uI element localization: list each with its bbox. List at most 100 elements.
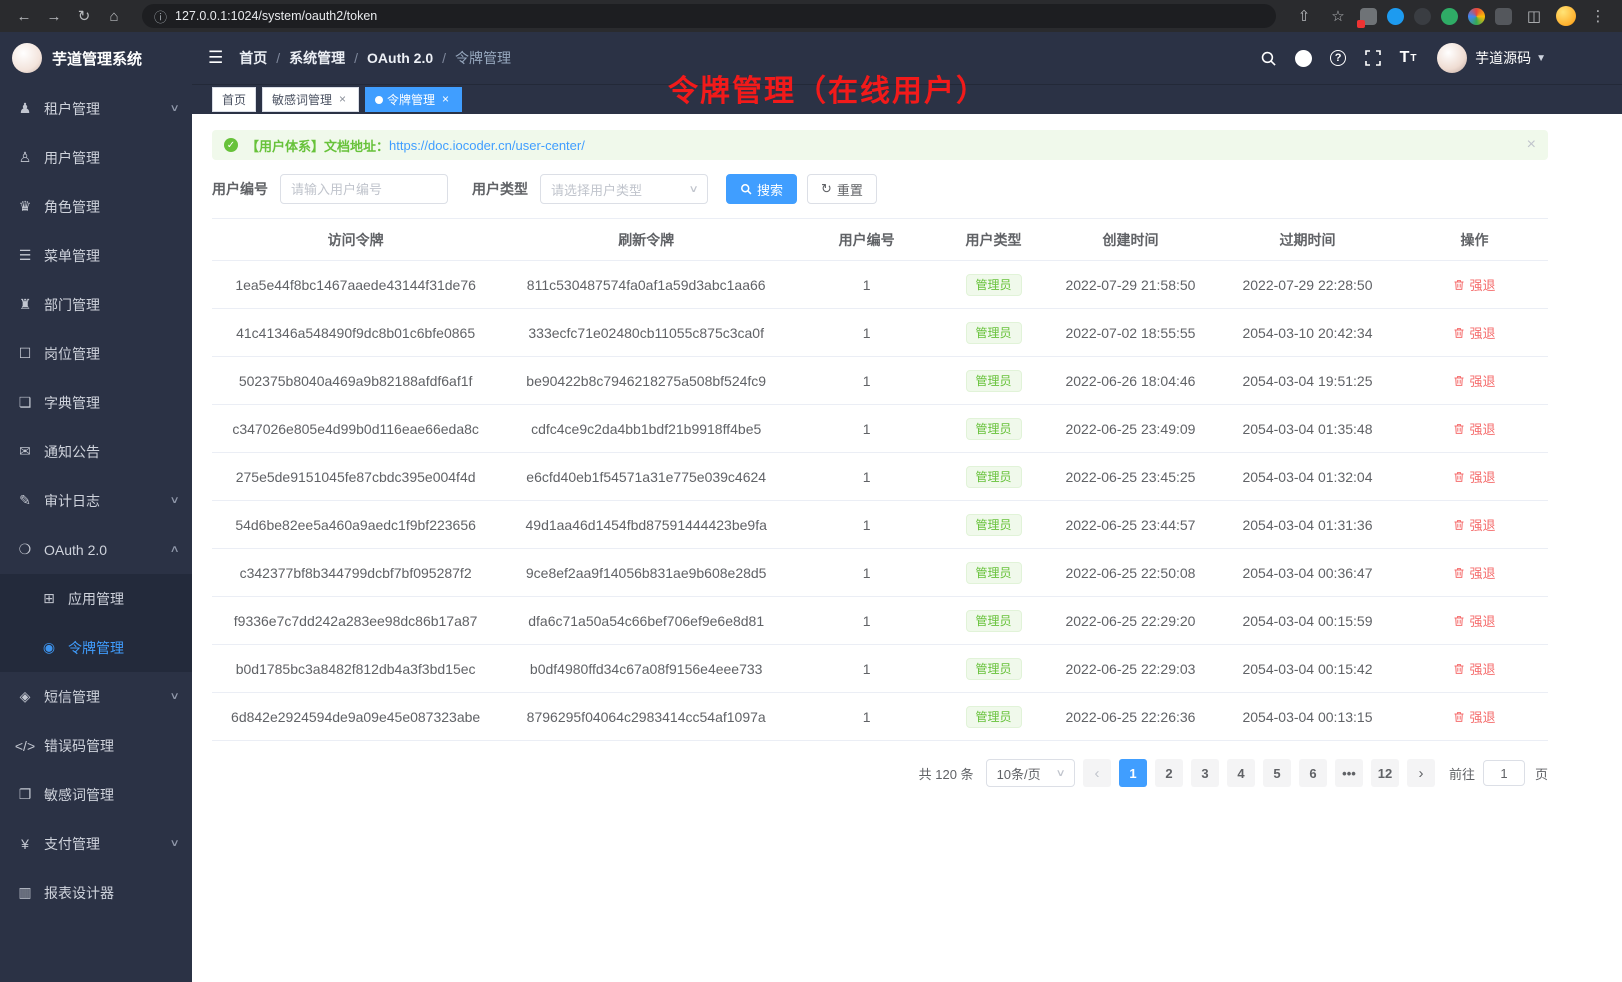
sidebar-item[interactable]: ❐ 敏感词管理: [0, 770, 192, 819]
table-row: 54d6be82ee5a460a9aedc1f9bf223656 49d1aa4…: [212, 501, 1548, 549]
breadcrumb-link[interactable]: 首页: [239, 48, 267, 68]
page-button[interactable]: 6: [1299, 759, 1327, 787]
site-info-icon[interactable]: ⓘ: [154, 7, 167, 26]
force-logout-button[interactable]: 强退: [1453, 611, 1495, 630]
browser-reload-icon[interactable]: ↻: [72, 4, 96, 28]
column-header: 刷新令牌: [499, 219, 793, 261]
browser-forward-icon[interactable]: →: [42, 4, 66, 28]
page-button[interactable]: 3: [1191, 759, 1219, 787]
sidebar-item[interactable]: ¥ 支付管理 ∨: [0, 819, 192, 868]
force-logout-button[interactable]: 强退: [1453, 659, 1495, 678]
user-id-cell: 1: [793, 597, 940, 645]
view-tab[interactable]: 敏感词管理 ×: [262, 87, 359, 112]
sidebar-item[interactable]: ❍ OAuth 2.0 ∧: [0, 525, 192, 574]
user-id-label: 用户编号: [212, 179, 268, 199]
delete-icon: [1453, 471, 1465, 483]
browser-home-icon[interactable]: ⌂: [102, 4, 126, 28]
breadcrumb-link[interactable]: 系统管理: [289, 48, 345, 68]
table-row: 1ea5e44f8bc1467aaede43144f31de76 811c530…: [212, 261, 1548, 309]
user-type-select[interactable]: 请选择用户类型 ∨: [540, 174, 708, 204]
sidebar-item[interactable]: ♟ 租户管理 ∨: [0, 84, 192, 133]
audit-icon: ✎: [14, 492, 36, 509]
user-avatar[interactable]: [1437, 43, 1467, 73]
user-type-cell: 管理员: [940, 645, 1047, 693]
address-bar[interactable]: ⓘ 127.0.0.1:1024/system/oauth2/token: [142, 4, 1276, 28]
extension-icon-3[interactable]: [1414, 8, 1431, 25]
page-button[interactable]: 4: [1227, 759, 1255, 787]
prev-page-button[interactable]: ‹: [1083, 759, 1111, 787]
app-logo[interactable]: 芋道管理系统: [0, 32, 192, 84]
username[interactable]: 芋道源码: [1475, 48, 1531, 68]
sidebar-item[interactable]: </> 错误码管理: [0, 721, 192, 770]
github-icon[interactable]: [1292, 47, 1314, 69]
view-tab[interactable]: 令牌管理 ×: [365, 87, 462, 112]
share-icon[interactable]: ⇧: [1292, 4, 1316, 28]
browser-profile-avatar[interactable]: [1556, 6, 1576, 26]
force-logout-button[interactable]: 强退: [1453, 419, 1495, 438]
page-button[interactable]: •••: [1335, 759, 1363, 787]
extension-icon-2[interactable]: [1387, 8, 1404, 25]
sidebar-item[interactable]: ◉ 令牌管理: [0, 623, 192, 672]
sidebar-item[interactable]: ✉ 通知公告: [0, 427, 192, 476]
sidebar-item[interactable]: ❏ 字典管理: [0, 378, 192, 427]
breadcrumb-link[interactable]: 令牌管理: [455, 48, 511, 68]
sidebar-item[interactable]: ✎ 审计日志 ∨: [0, 476, 192, 525]
split-view-icon[interactable]: ◫: [1522, 4, 1546, 28]
extensions-puzzle-icon[interactable]: [1468, 8, 1485, 25]
user-id-input[interactable]: [280, 174, 448, 204]
page-button[interactable]: 12: [1371, 759, 1399, 787]
sidebar-toggle-icon[interactable]: ☰: [208, 48, 223, 68]
bookmark-star-icon[interactable]: ☆: [1326, 4, 1350, 28]
page-button[interactable]: 1: [1119, 759, 1147, 787]
force-logout-button[interactable]: 强退: [1453, 467, 1495, 486]
search-icon[interactable]: [1257, 47, 1279, 69]
force-logout-button[interactable]: 强退: [1453, 275, 1495, 294]
table-row: 6d842e2924594de9a09e45e087323abe 8796295…: [212, 693, 1548, 741]
doc-link[interactable]: https://doc.iocoder.cn/user-center/: [389, 138, 585, 153]
view-tab[interactable]: 首页 ×: [212, 87, 256, 112]
caret-down-icon[interactable]: ▼: [1536, 53, 1546, 64]
next-page-button[interactable]: ›: [1407, 759, 1435, 787]
column-header: 操作: [1401, 219, 1548, 261]
fullscreen-icon[interactable]: [1362, 47, 1384, 69]
force-logout-button[interactable]: 强退: [1453, 371, 1495, 390]
screen: ← → ↻ ⌂ ⓘ 127.0.0.1:1024/system/oauth2/t…: [0, 0, 1622, 982]
sidebar-item[interactable]: ♙ 用户管理: [0, 133, 192, 182]
browser-menu-icon[interactable]: ⋮: [1586, 4, 1610, 28]
access-token-cell: c342377bf8b344799dcbf7bf095287f2: [212, 549, 499, 597]
goto-page-input[interactable]: [1483, 760, 1525, 786]
search-button[interactable]: 搜索: [726, 174, 797, 204]
breadcrumb-link[interactable]: OAuth 2.0: [367, 50, 433, 66]
breadcrumb-item: /系统管理: [267, 48, 345, 68]
page-size-select[interactable]: 10条/页 ∨: [986, 759, 1075, 787]
tab-close-icon[interactable]: ×: [439, 93, 452, 106]
sidebar-item[interactable]: ⊞ 应用管理: [0, 574, 192, 623]
font-size-icon[interactable]: T: [1397, 47, 1419, 69]
extension-icon-1[interactable]: [1360, 8, 1377, 25]
sidebar-item[interactable]: ♜ 部门管理: [0, 280, 192, 329]
breadcrumb-item: /首页: [239, 48, 267, 68]
page-button[interactable]: 2: [1155, 759, 1183, 787]
alert-close-icon[interactable]: ×: [1527, 137, 1536, 153]
expire-time-cell: 2054-03-04 01:32:04: [1214, 453, 1401, 501]
force-logout-button[interactable]: 强退: [1453, 707, 1495, 726]
sidebar-item[interactable]: ▥ 报表设计器: [0, 868, 192, 917]
page-button[interactable]: 5: [1263, 759, 1291, 787]
column-header: 过期时间: [1214, 219, 1401, 261]
extension-icon-5[interactable]: [1495, 8, 1512, 25]
force-logout-button[interactable]: 强退: [1453, 563, 1495, 582]
sidebar-item[interactable]: ☰ 菜单管理: [0, 231, 192, 280]
tab-close-icon[interactable]: ×: [336, 93, 349, 106]
force-logout-button[interactable]: 强退: [1453, 515, 1495, 534]
force-logout-button[interactable]: 强退: [1453, 323, 1495, 342]
table-row: 41c41346a548490f9dc8b01c6bfe0865 333ecfc…: [212, 309, 1548, 357]
help-icon[interactable]: ?: [1327, 47, 1349, 69]
extension-icon-4[interactable]: [1441, 8, 1458, 25]
action-cell: 强退: [1401, 453, 1548, 501]
breadcrumb-separator: /: [354, 50, 358, 66]
sidebar-item[interactable]: ☐ 岗位管理: [0, 329, 192, 378]
sidebar-item[interactable]: ◈ 短信管理 ∨: [0, 672, 192, 721]
reset-button[interactable]: ↻ 重置: [807, 174, 877, 204]
sidebar-item[interactable]: ♛ 角色管理: [0, 182, 192, 231]
browser-back-icon[interactable]: ←: [12, 4, 36, 28]
